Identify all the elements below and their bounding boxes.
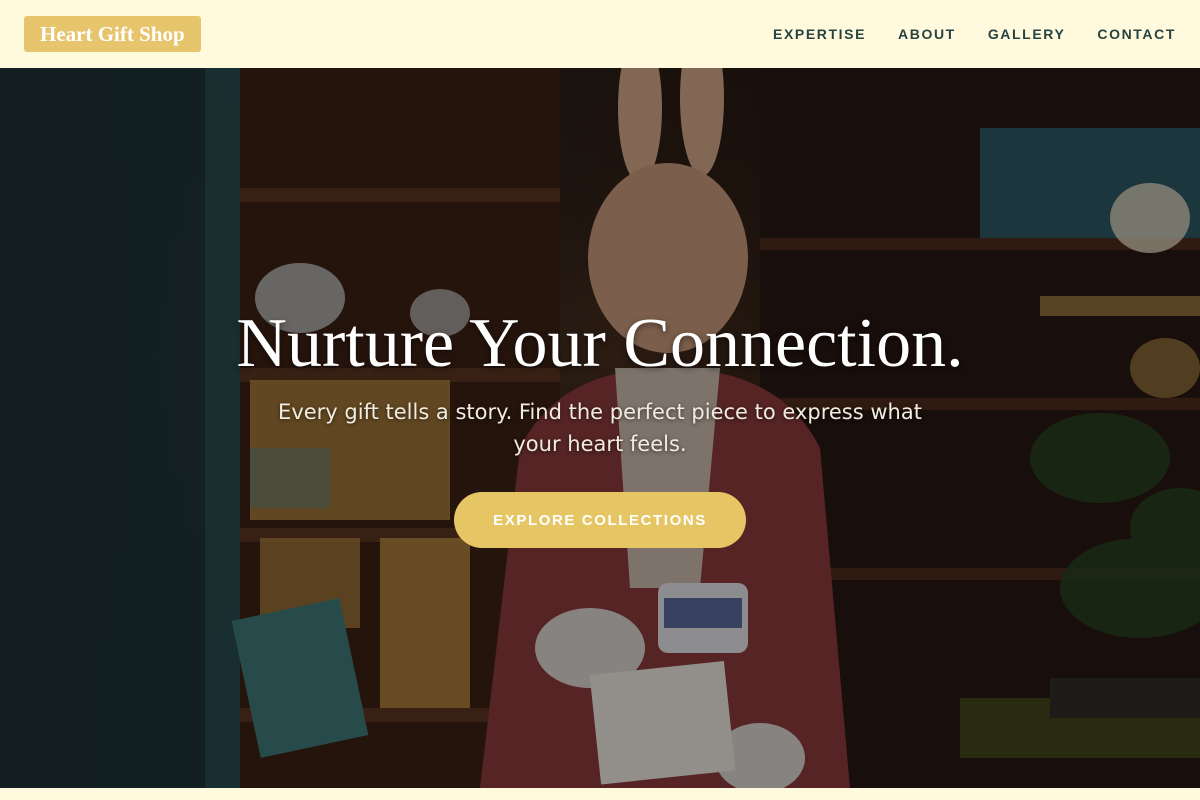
nav-link-expertise[interactable]: EXPERTISE: [773, 26, 866, 42]
page-bottom-edge: [0, 788, 1200, 800]
explore-collections-button[interactable]: EXPLORE COLLECTIONS: [454, 492, 746, 548]
hero-section: Nurture Your Connection. Every gift tell…: [0, 68, 1200, 788]
hero-content: Nurture Your Connection. Every gift tell…: [0, 68, 1200, 788]
site-logo[interactable]: Heart Gift Shop: [24, 16, 201, 52]
hero-headline: Nurture Your Connection.: [236, 305, 964, 382]
main-nav: EXPERTISE ABOUT GALLERY CONTACT: [773, 26, 1176, 42]
site-header: Heart Gift Shop EXPERTISE ABOUT GALLERY …: [0, 0, 1200, 68]
nav-link-gallery[interactable]: GALLERY: [988, 26, 1066, 42]
hero-subtext: Every gift tells a story. Find the perfe…: [278, 400, 922, 456]
nav-link-about[interactable]: ABOUT: [898, 26, 956, 42]
nav-link-contact[interactable]: CONTACT: [1097, 26, 1176, 42]
